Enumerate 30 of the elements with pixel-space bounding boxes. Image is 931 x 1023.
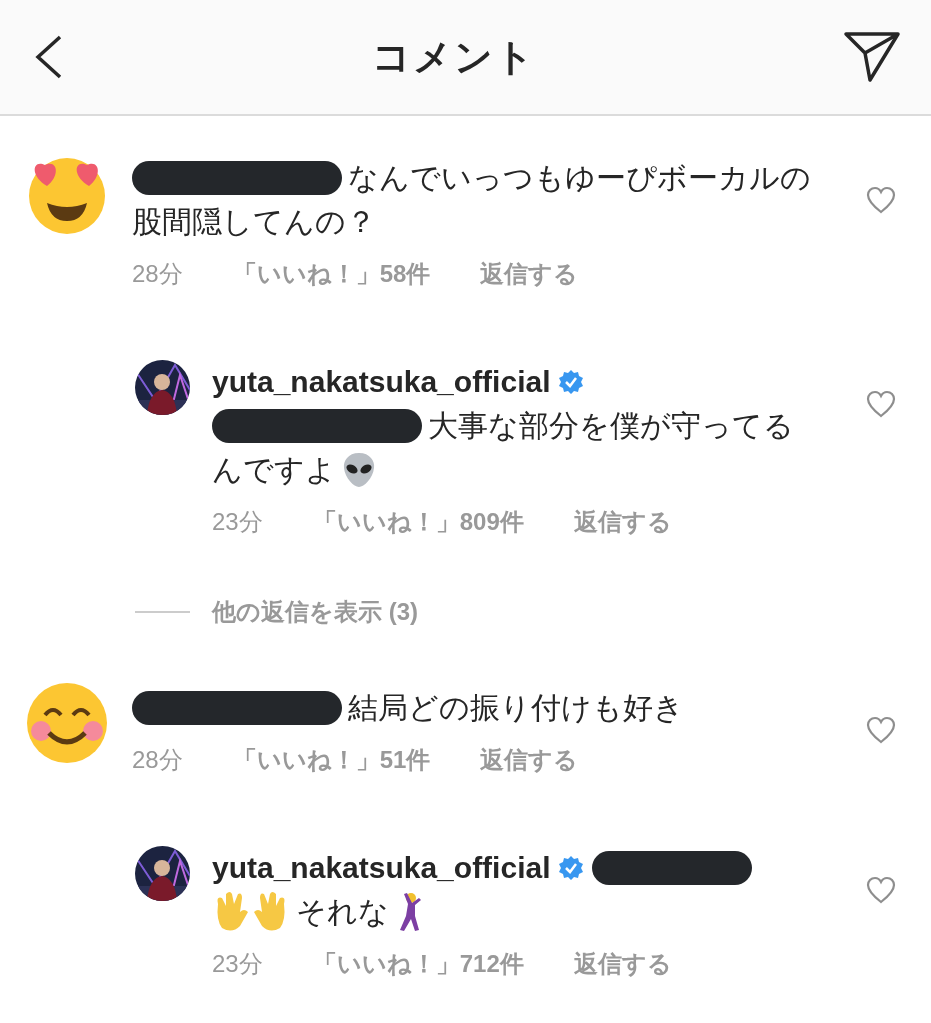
username[interactable]: yuta_nakatsuka_official [212,846,551,890]
comment-text: んですよ [212,452,336,488]
comment-text: 股間隠してんの？ [132,204,376,240]
likes-count[interactable]: 「いいね！」712件 [312,948,524,980]
back-button[interactable] [34,35,64,79]
comment-time: 23分 [212,507,263,537]
like-button[interactable] [866,186,896,214]
likes-count[interactable]: 「いいね！」58件 [232,258,431,290]
like-button[interactable] [866,876,896,904]
likes-count[interactable]: 「いいね！」809件 [312,506,524,538]
likes-count[interactable]: 「いいね！」51件 [232,744,431,776]
username[interactable]: yuta_nakatsuka_official [212,360,551,404]
comment-time: 28分 [132,259,183,289]
alien-emoji-icon [342,452,376,488]
comment-text: それな [296,894,389,930]
send-button[interactable] [843,31,901,83]
smiling-emoji-icon [25,681,110,766]
comment-time: 28分 [132,745,183,775]
reply-button[interactable]: 返信する [480,744,579,776]
view-replies-link[interactable]: 他の返信を表示 (3) [212,596,418,628]
like-button[interactable] [866,716,896,744]
reply-button[interactable]: 返信する [573,506,672,538]
comment-text: 大事な部分を僕が守ってる [428,408,794,444]
like-button[interactable] [866,390,896,418]
reply-button[interactable]: 返信する [480,258,579,290]
comment-time: 23分 [212,949,263,979]
page-title: コメント [371,34,536,80]
comment-text: 結局どの振り付けも好き [348,690,684,726]
comment-text: なんでいっつもゆーぴボーカルの [348,160,811,196]
reply-button[interactable]: 返信する [573,948,672,980]
